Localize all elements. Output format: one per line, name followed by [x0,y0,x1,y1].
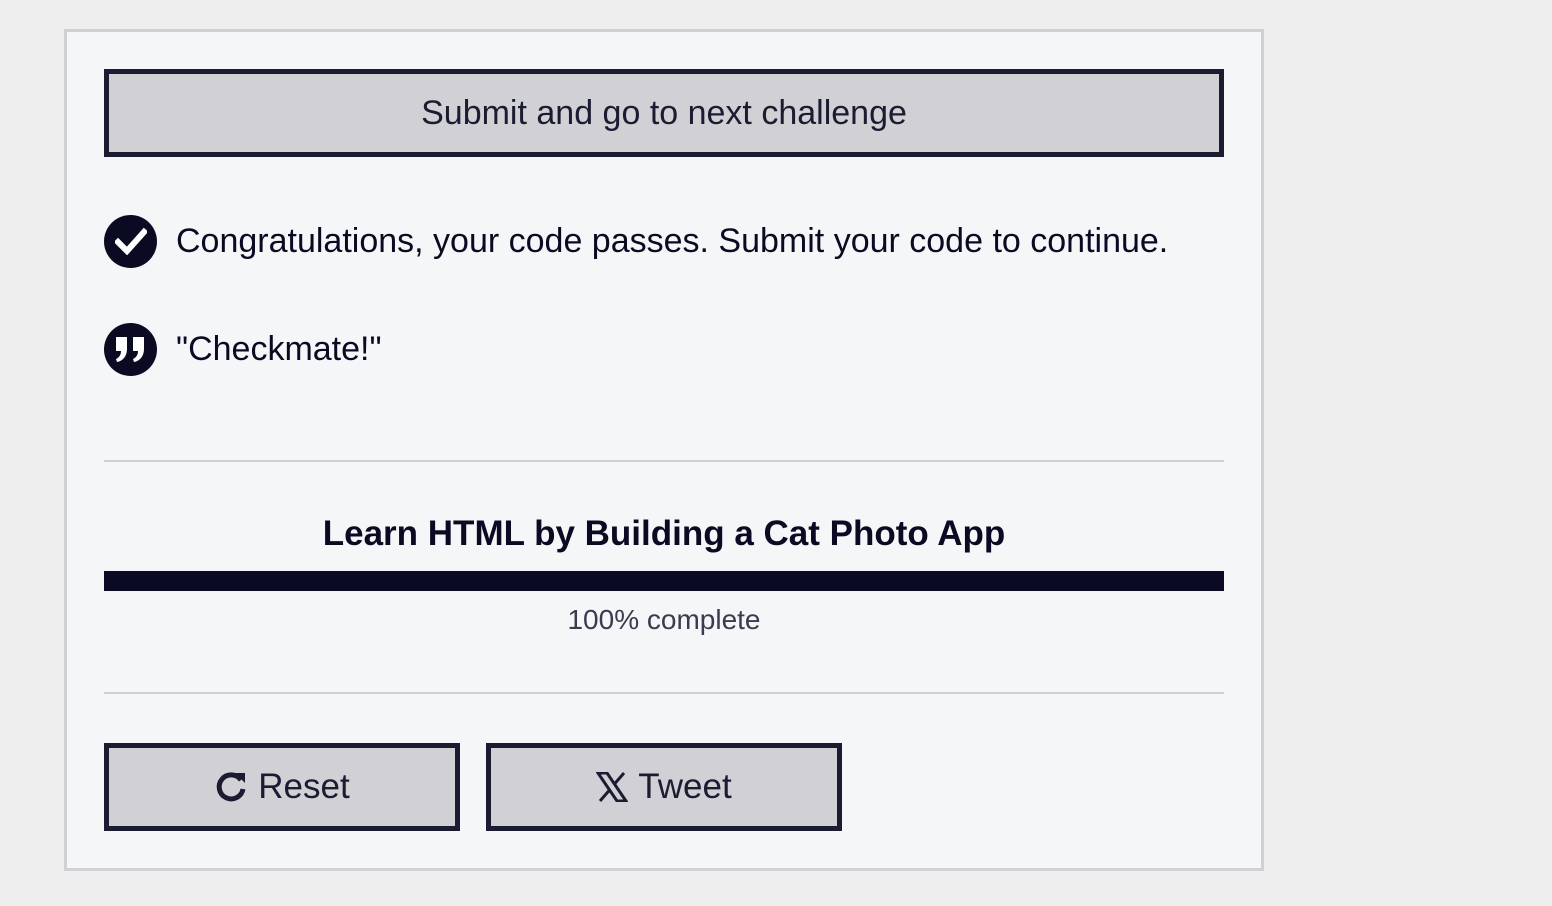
tweet-button[interactable]: Tweet [486,743,842,831]
divider [104,692,1224,694]
encouragement-quote: "Checkmate!" [104,322,382,376]
tests-passed-text: Congratulations, your code passes. Submi… [176,221,1169,260]
check-circle-icon [104,214,157,268]
quote-icon [104,322,157,376]
reset-button-label: Reset [258,767,350,806]
tweet-button-label: Tweet [638,767,732,806]
quote-text: "Checkmate!" [176,329,382,368]
tests-passed-message: Congratulations, your code passes. Submi… [104,214,1168,268]
refresh-icon [214,770,248,804]
progress-bar-fill [104,571,1224,591]
progress-text: 100% complete [567,604,761,635]
divider [104,460,1224,462]
completion-modal: Submit and go to next challenge Congratu… [64,29,1264,871]
reset-button[interactable]: Reset [104,743,460,831]
x-logo-icon [596,772,629,802]
submit-next-challenge-button[interactable]: Submit and go to next challenge [104,69,1224,157]
course-progress-bar [104,571,1224,591]
course-title: Learn HTML by Building a Cat Photo App [322,514,1006,553]
submit-button-label: Submit and go to next challenge [421,93,907,132]
